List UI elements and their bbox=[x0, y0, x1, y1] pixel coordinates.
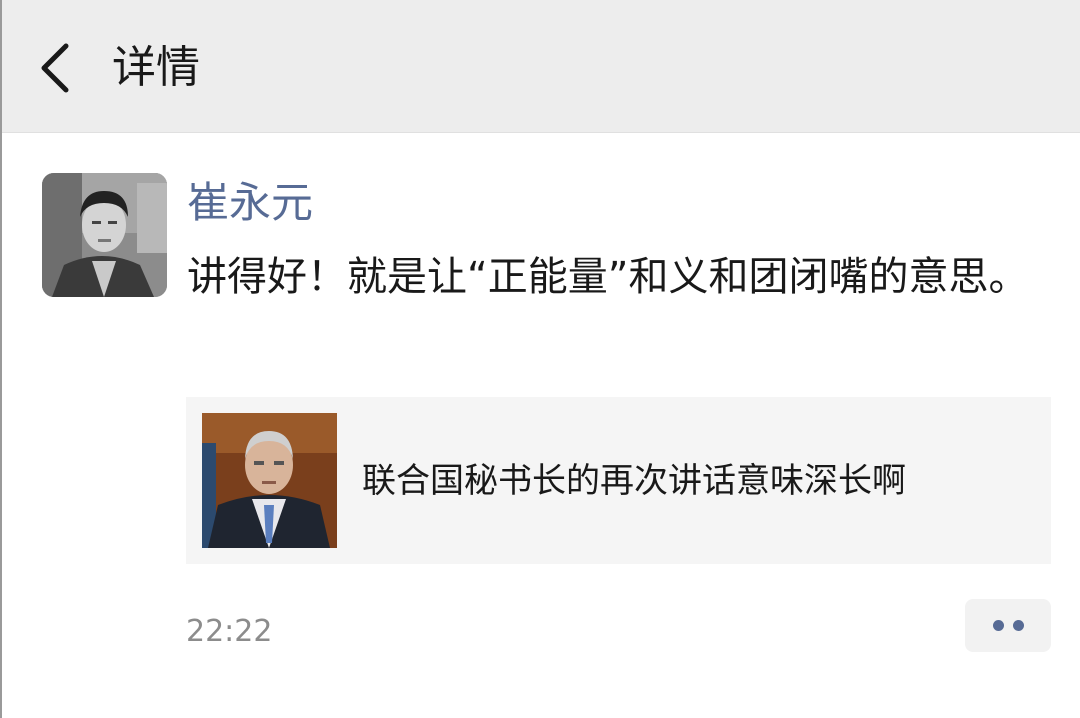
back-button[interactable] bbox=[30, 32, 90, 102]
chevron-left-icon bbox=[41, 43, 69, 93]
more-dots-icon bbox=[993, 620, 1004, 631]
more-dots-icon bbox=[1013, 620, 1024, 631]
avatar-photo bbox=[42, 173, 167, 297]
avatar[interactable] bbox=[42, 173, 167, 297]
post-timestamp: 22:22 bbox=[186, 614, 273, 649]
shared-link-card[interactable]: 联合国秘书长的再次讲话意味深长啊 bbox=[186, 397, 1051, 564]
post-text: 讲得好！就是让“正能量”和义和团闭嘴的意思。 bbox=[187, 254, 1029, 300]
top-bar: 详情 bbox=[2, 0, 1080, 133]
link-title: 联合国秘书长的再次讲话意味深长啊 bbox=[362, 461, 906, 501]
link-thumbnail bbox=[202, 413, 337, 548]
page-title: 详情 bbox=[112, 42, 200, 93]
more-actions-button[interactable] bbox=[965, 599, 1051, 652]
moments-detail-screen: 详情 崔永元 讲得好！就是让“正能量”和义和团闭嘴的意思。 联合国秘书长的再次讲… bbox=[0, 0, 1080, 718]
author-name-link[interactable]: 崔永元 bbox=[187, 172, 313, 234]
